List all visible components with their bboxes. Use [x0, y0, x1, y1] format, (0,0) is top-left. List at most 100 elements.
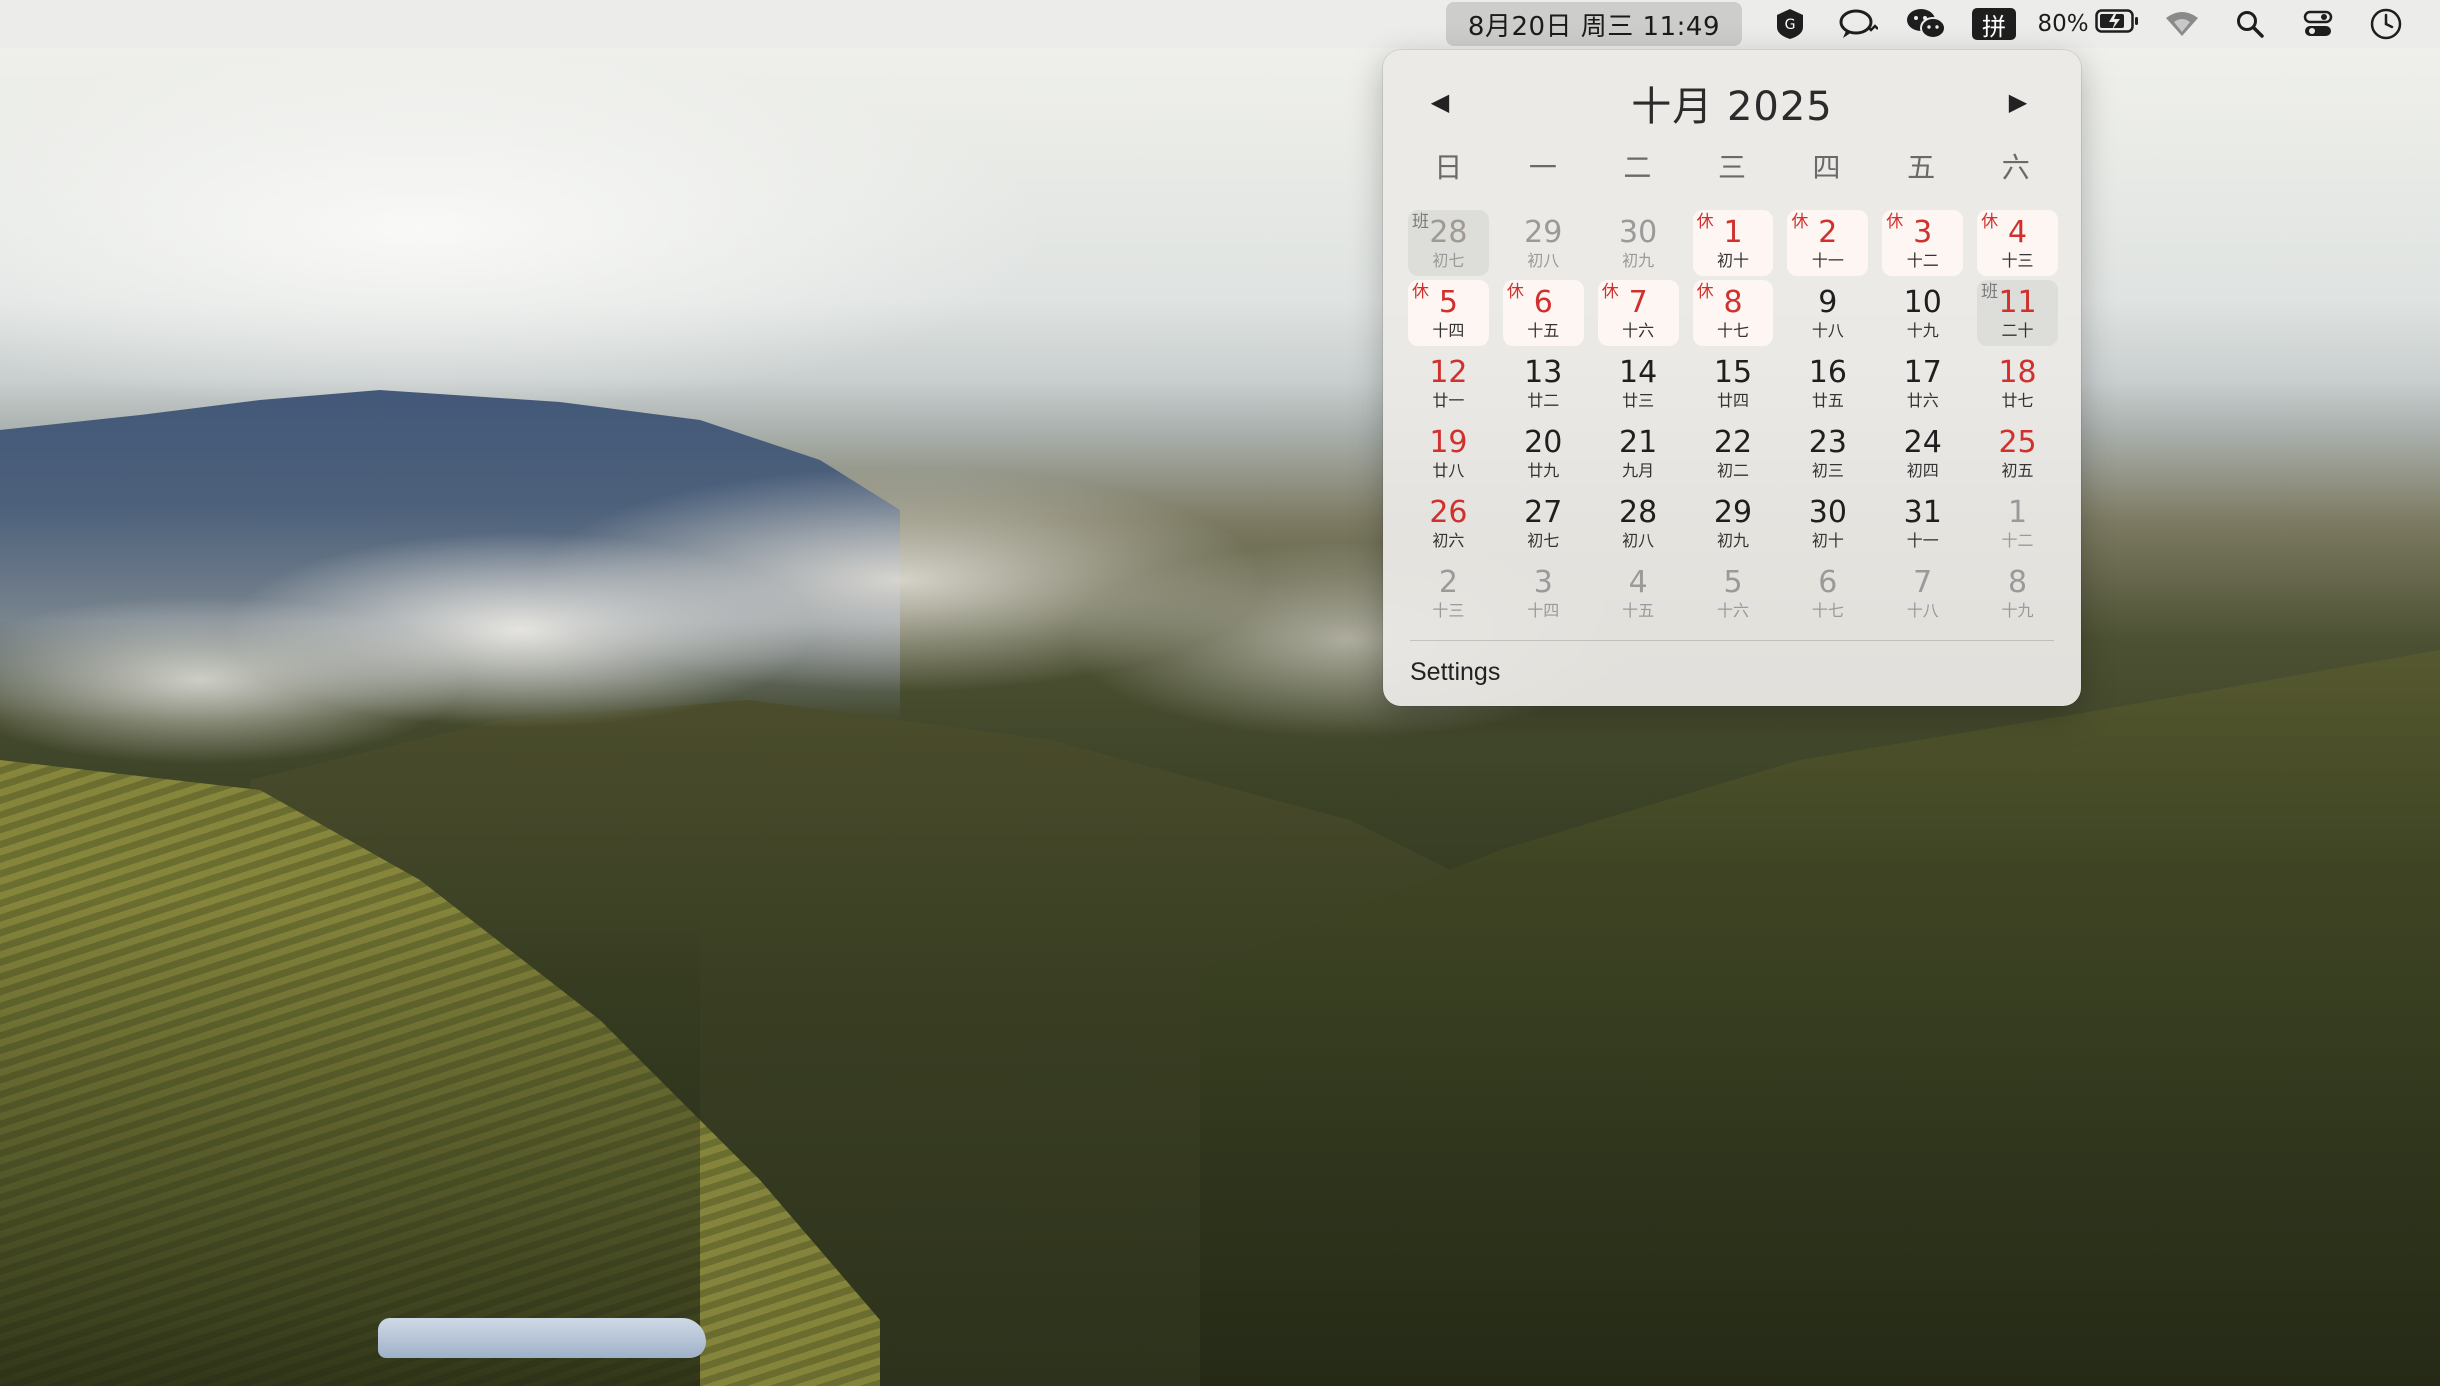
- calendar-day-cell[interactable]: 30 初十: [1787, 490, 1868, 556]
- day-number: 4: [1628, 565, 1648, 600]
- day-number: 20: [1524, 425, 1563, 460]
- calendar-day-cell[interactable]: 18 廿七: [1977, 350, 2058, 416]
- weekday-fri: 五: [1907, 151, 1936, 184]
- day-number: 25: [1998, 425, 2037, 460]
- calendar-day-cell[interactable]: 3 十四: [1503, 560, 1584, 626]
- calendar-day-cell[interactable]: 16 廿五: [1787, 350, 1868, 416]
- lunar-date: 初三: [1811, 461, 1844, 480]
- calendar-day-cell[interactable]: 22 初二: [1693, 420, 1774, 486]
- calendar-day-cell[interactable]: 休 6 十五: [1502, 280, 1584, 346]
- lunar-date: 十三: [1432, 601, 1465, 620]
- day-number: 13: [1524, 355, 1563, 390]
- calendar-day-cell[interactable]: 班 11 二十: [1977, 280, 2058, 346]
- control-center-icon[interactable]: [2284, 0, 2352, 48]
- wechat-icon[interactable]: [1892, 0, 1960, 48]
- calendar-day-cell[interactable]: 21 九月: [1598, 420, 1679, 486]
- day-number: 9: [1818, 285, 1838, 320]
- calendar-day-cell[interactable]: 30 初九: [1598, 210, 1679, 276]
- workday-tag: 班: [1981, 282, 1999, 302]
- popover-divider: [1410, 640, 2054, 641]
- lunar-date: 初十: [1716, 251, 1749, 270]
- lunar-date: 十八: [1906, 601, 1939, 620]
- calendar-day-cell[interactable]: 4 十五: [1598, 560, 1679, 626]
- calendar-day-cell[interactable]: 31 十一: [1882, 490, 1963, 556]
- calendar-day-cell[interactable]: 27 初七: [1503, 490, 1584, 556]
- clock-icon[interactable]: [2352, 0, 2420, 48]
- calendar-day-cell[interactable]: 29 初八: [1503, 210, 1584, 276]
- calendar-day-cell[interactable]: 15 廿四: [1693, 350, 1774, 416]
- lunar-date: 十一: [1811, 251, 1844, 270]
- search-icon[interactable]: [2216, 0, 2284, 48]
- lunar-date: 十八: [1811, 321, 1844, 340]
- lunar-date: 十四: [1432, 321, 1465, 340]
- day-number: 7: [1913, 565, 1933, 600]
- lunar-date: 初十: [1811, 531, 1844, 550]
- calendar-day-cell[interactable]: 休 8 十七: [1692, 280, 1774, 346]
- lunar-date: 十九: [1906, 321, 1939, 340]
- holiday-tag: 休: [1412, 282, 1429, 302]
- calendar-day-cell[interactable]: 13 廿二: [1503, 350, 1584, 416]
- input-method-label: 拼: [1972, 8, 2016, 41]
- input-method-icon[interactable]: 拼: [1960, 0, 2028, 48]
- holiday-tag: 休: [1791, 212, 1809, 232]
- day-number: 21: [1619, 425, 1658, 460]
- calendar-day-cell[interactable]: 休 2 十一: [1787, 210, 1869, 276]
- lunar-date: 十九: [2001, 601, 2034, 620]
- g-app-icon[interactable]: G: [1756, 0, 1824, 48]
- calendar-day-cell[interactable]: 10 十九: [1882, 280, 1963, 346]
- calendar-day-cell[interactable]: 休 7 十六: [1597, 280, 1679, 346]
- battery-status[interactable]: 80%: [2028, 0, 2148, 48]
- calendar-day-cell[interactable]: 休 5 十四: [1408, 280, 1489, 346]
- calendar-day-cell[interactable]: 9 十八: [1787, 280, 1868, 346]
- calendar-day-cell[interactable]: 23 初三: [1787, 420, 1868, 486]
- calendar-day-cell[interactable]: 29 初九: [1693, 490, 1774, 556]
- holiday-tag: 休: [1886, 212, 1904, 232]
- lunar-date: 廿九: [1527, 461, 1560, 480]
- calendar-day-cell[interactable]: 8 十九: [1977, 560, 2058, 626]
- day-number: 19: [1429, 425, 1468, 460]
- chat-bubble-icon[interactable]: [1824, 0, 1892, 48]
- calendar-day-cell[interactable]: 班 28 初七: [1408, 210, 1489, 276]
- lunar-date: 初四: [1906, 461, 1939, 480]
- calendar-day-cell[interactable]: 12 廿一: [1408, 350, 1489, 416]
- calendar-day-cell[interactable]: 25 初五: [1977, 420, 2058, 486]
- day-number: 5: [1438, 285, 1458, 320]
- lunar-date: 廿四: [1716, 391, 1749, 410]
- day-number: 24: [1903, 425, 1942, 460]
- settings-menu-item[interactable]: Settings: [1410, 658, 1500, 687]
- svg-text:G: G: [1785, 17, 1796, 33]
- calendar-day-cell[interactable]: 休 3 十二: [1882, 210, 1964, 276]
- menubar-clock[interactable]: 8月20日 周三 11:49: [1445, 2, 1742, 46]
- holiday-tag: 休: [1696, 282, 1714, 302]
- calendar-day-cell[interactable]: 2 十三: [1408, 560, 1489, 626]
- calendar-day-cell[interactable]: 26 初六: [1408, 490, 1489, 556]
- workday-tag: 班: [1412, 212, 1429, 232]
- calendar-day-cell[interactable]: 1 十二: [1977, 490, 2058, 556]
- lunar-date: 初八: [1622, 531, 1655, 550]
- calendar-day-cell[interactable]: 7 十八: [1882, 560, 1963, 626]
- calendar-day-cell[interactable]: 19 廿八: [1408, 420, 1489, 486]
- battery-percent: 80%: [2037, 11, 2089, 37]
- calendar-day-cell[interactable]: 28 初八: [1598, 490, 1679, 556]
- lunar-date: 廿八: [1432, 461, 1465, 480]
- calendar-day-cell[interactable]: 14 廿三: [1598, 350, 1679, 416]
- calendar-day-cell[interactable]: 5 十六: [1693, 560, 1774, 626]
- weekday-sun: 日: [1434, 151, 1463, 184]
- lunar-date: 初二: [1716, 461, 1749, 480]
- weekday-wed: 三: [1717, 151, 1746, 184]
- day-number: 28: [1429, 215, 1468, 250]
- month-title: 十月 2025: [1631, 84, 1833, 130]
- calendar-day-cell[interactable]: 20 廿九: [1503, 420, 1584, 486]
- lunar-date: 廿三: [1622, 391, 1655, 410]
- day-number: 2: [1438, 565, 1458, 600]
- calendar-day-cell[interactable]: 休 4 十三: [1977, 210, 2058, 276]
- day-number: 30: [1619, 215, 1658, 250]
- calendar-day-cell[interactable]: 6 十七: [1787, 560, 1868, 626]
- calendar-day-cell[interactable]: 17 廿六: [1882, 350, 1963, 416]
- weekday-sat: 六: [2001, 151, 2030, 184]
- next-month-button[interactable]: ▶: [1993, 78, 2043, 126]
- calendar-day-cell[interactable]: 休 1 初十: [1692, 210, 1774, 276]
- wifi-icon[interactable]: [2148, 0, 2216, 48]
- calendar-day-cell[interactable]: 24 初四: [1882, 420, 1963, 486]
- lunar-date: 廿一: [1432, 391, 1465, 410]
